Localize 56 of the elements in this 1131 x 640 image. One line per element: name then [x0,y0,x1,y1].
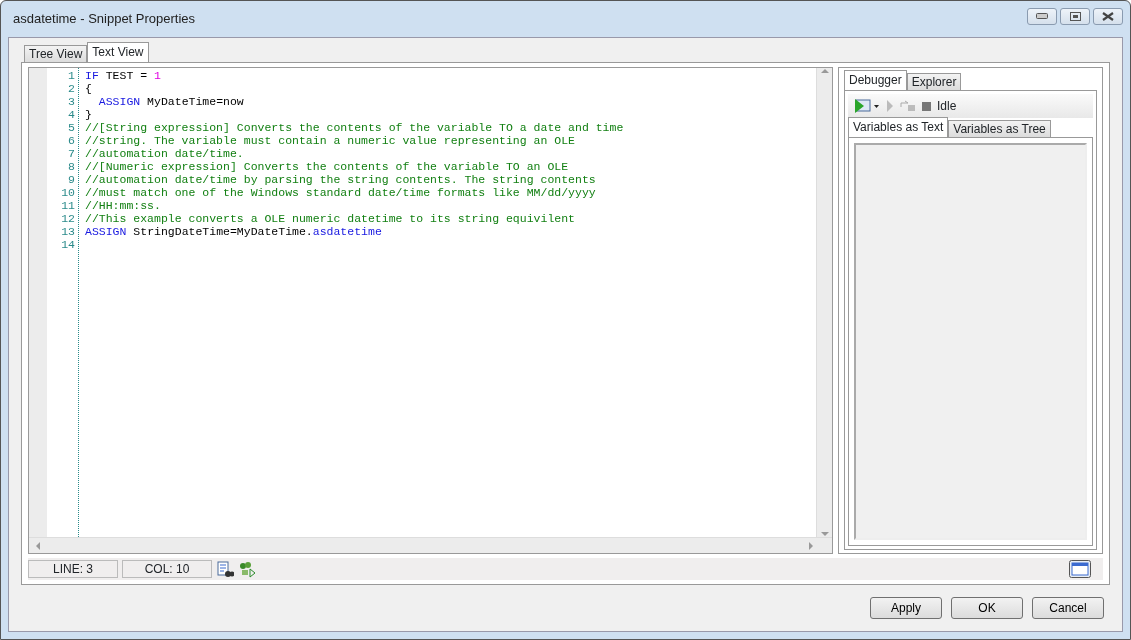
code-line: ASSIGN StringDateTime=MyDateTime.asdatetime [85,225,383,238]
code-line: } [85,108,93,121]
code-line: //[Numeric expression] Converts the contents of the variable TO an OLE [85,160,570,173]
stop-icon[interactable] [922,101,931,111]
tab[interactable]: Debugger [844,70,907,90]
code-line: ASSIGN MyDateTime=now [97,95,245,108]
code-editor[interactable] [28,67,833,554]
line-number: 13 [60,225,75,238]
minimize-icon [1036,13,1048,19]
line-indicator: LINE: 3 [28,560,118,578]
code-line: //automation date/time. [85,147,245,160]
line-number: 11 [60,199,75,212]
left-arrow-icon [35,541,40,550]
column-indicator: COL: 10 [122,560,212,578]
line-number: 3 [67,95,75,108]
line-number: 9 [67,173,75,186]
document-search-icon[interactable] [216,560,234,578]
tree-run-icon[interactable] [238,560,256,578]
dialog-button[interactable]: Cancel [1032,597,1104,619]
right-arrow-icon [809,541,814,550]
code-line: //This example converts a OLE numeric datetime to its string equivilent [85,212,576,225]
maximize-button[interactable] [1060,7,1090,25]
maximize-icon [1069,11,1081,21]
dialog-button[interactable]: Apply [870,597,942,619]
line-number: 4 [67,108,75,121]
line-number: 5 [67,121,75,134]
down-arrow-icon [820,532,829,537]
panel-layout-icon[interactable] [1069,560,1091,578]
line-number: 6 [67,134,75,147]
up-arrow-icon [820,68,829,73]
tab[interactable]: Text View [87,42,149,62]
line-number: 8 [67,160,75,173]
debugger-status: Idle [937,98,957,115]
tab[interactable]: Explorer [906,73,962,90]
code-line: { [85,82,93,95]
minimize-button[interactable] [1027,7,1057,25]
code-line: IF TEST = 1 [85,69,162,82]
line-number: 14 [60,238,75,251]
window-title: asdatetime - Snippet Properties [12,10,196,29]
line-number: 7 [67,147,75,160]
tab[interactable]: Variables as Text [848,117,949,137]
dialog-button[interactable]: OK [951,597,1023,619]
run-dropdown-icon[interactable] [852,99,880,113]
tab[interactable]: Variables as Tree [948,120,1051,137]
code-line: //HH:mm:ss. [85,199,162,212]
code-line: //string. The variable must contain a numeric value representing an OLE [85,134,576,147]
close-button[interactable] [1093,7,1123,25]
code-line: //must match one of the Windows standard date/time formats like MM/dd/yyyy [85,186,597,199]
line-number: 12 [60,212,75,225]
code-line: //[String expression] Converts the contents of the variable TO a date and time [85,121,625,134]
tab[interactable]: Tree View [24,45,88,62]
close-icon [1102,11,1114,21]
code-line: //automation date/time by parsing the string contents. The string contents [85,173,597,186]
line-number: 2 [67,82,75,95]
line-number: 1 [67,69,75,82]
line-number: 10 [60,186,75,199]
